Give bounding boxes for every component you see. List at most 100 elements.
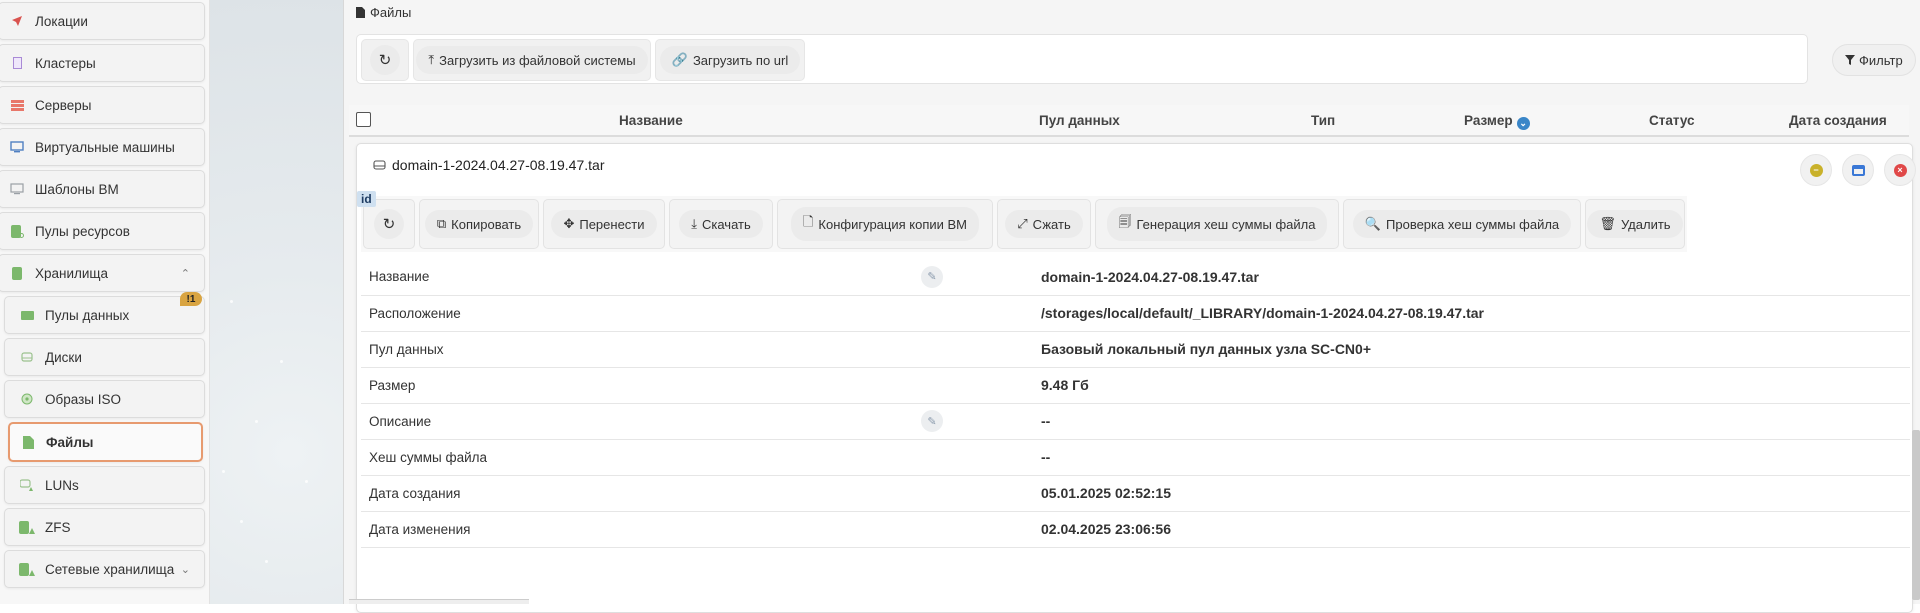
sidebar-item-data-pools[interactable]: Пулы данных !1 bbox=[4, 292, 205, 334]
sidebar-item-iso-images[interactable]: Образы ISO bbox=[4, 380, 205, 418]
maximize-button[interactable] bbox=[1842, 154, 1874, 186]
filter-button[interactable]: Фильтр bbox=[1832, 44, 1916, 76]
delete-button[interactable]: 🗑 Удалить bbox=[1585, 199, 1685, 249]
move-label: Перенести bbox=[579, 216, 645, 232]
upload-from-filesystem-button[interactable]: ⤒ Загрузить из файловой системы bbox=[413, 39, 651, 81]
link-icon: 🔗 bbox=[671, 52, 688, 67]
sidebar-item-luns[interactable]: LUNs bbox=[4, 466, 205, 504]
table-header: Название Пул данных Тип Размер ⌄ Статус Д… bbox=[349, 105, 1909, 137]
compress-label: Сжать bbox=[1032, 216, 1071, 232]
detail-row-location: Расположение /storages/local/default/_LI… bbox=[361, 295, 1910, 332]
minimize-button[interactable]: − bbox=[1800, 154, 1832, 186]
download-label: Скачать bbox=[702, 216, 751, 232]
sidebar-item-vm-templates[interactable]: Шаблоны ВМ bbox=[0, 170, 205, 208]
upload-icon: ⤒ bbox=[428, 52, 435, 67]
iso-icon bbox=[17, 391, 37, 407]
sidebar-item-label: Диски bbox=[45, 349, 82, 365]
sidebar-item-label: Образы ISO bbox=[45, 391, 121, 407]
vm-config-label: Конфигурация копии ВМ bbox=[818, 216, 968, 232]
sidebar-item-resource-pools[interactable]: Пулы ресурсов bbox=[0, 212, 205, 250]
upload-by-url-button[interactable]: 🔗 Загрузить по url bbox=[655, 39, 805, 81]
column-data-pool[interactable]: Пул данных bbox=[1039, 113, 1120, 128]
detail-label: Дата изменения bbox=[361, 511, 921, 548]
disk-icon bbox=[373, 160, 386, 170]
network-storage-icon bbox=[17, 561, 37, 577]
trash-icon: 🗑 bbox=[1599, 216, 1616, 231]
bottom-tab-edge bbox=[349, 599, 529, 604]
download-button[interactable]: ⤓ Скачать bbox=[669, 199, 773, 249]
chevron-down-icon: ⌄ bbox=[180, 563, 190, 576]
file-hash-icon: 🗐 bbox=[1118, 214, 1132, 229]
file-search-icon: 🔍 bbox=[1364, 216, 1382, 231]
compress-button[interactable]: ⤢ Сжать bbox=[997, 199, 1091, 249]
sidebar-item-vms[interactable]: Виртуальные машины bbox=[0, 128, 205, 166]
detail-value: 02.04.2025 23:06:56 bbox=[1041, 511, 1910, 548]
detail-label: Описание bbox=[361, 403, 921, 440]
edit-name-icon[interactable]: ✎ bbox=[921, 265, 943, 288]
detail-row-size: Размер 9.48 Гб bbox=[361, 367, 1910, 404]
column-type[interactable]: Тип bbox=[1311, 113, 1335, 128]
lun-icon bbox=[17, 477, 37, 493]
move-button[interactable]: ✥ Перенести bbox=[543, 199, 665, 249]
detail-row-created: Дата создания 05.01.2025 02:52:15 bbox=[361, 475, 1910, 512]
sidebar-item-label: Виртуальные машины bbox=[35, 139, 175, 155]
sidebar-item-files[interactable]: Файлы bbox=[8, 422, 203, 462]
detail-row-hash: Хеш суммы файла -- bbox=[361, 439, 1910, 476]
sidebar-item-network-storages[interactable]: Сетевые хранилища ⌄ bbox=[4, 550, 205, 588]
sidebar-item-label: Пулы ресурсов bbox=[35, 223, 130, 239]
edit-description-icon[interactable]: ✎ bbox=[921, 410, 943, 432]
card-title-label: domain-1-2024.04.27-08.19.47.tar bbox=[392, 157, 605, 173]
resource-pool-icon bbox=[7, 223, 27, 239]
warning-badge: !1 bbox=[180, 292, 202, 306]
column-status[interactable]: Статус bbox=[1649, 113, 1695, 128]
column-size-label: Размер bbox=[1464, 113, 1513, 128]
main-panel: Файлы ↻ ⤒ Загрузить из файловой системы … bbox=[343, 0, 1920, 613]
file-icon bbox=[356, 7, 365, 18]
sidebar-item-disks[interactable]: Диски bbox=[4, 338, 205, 376]
detail-label: Хеш суммы файла bbox=[361, 439, 921, 476]
scrollbar[interactable] bbox=[1912, 430, 1920, 600]
refresh-button[interactable]: ↻ bbox=[361, 39, 409, 81]
sidebar: Локации Кластеры Серверы Виртуальные маш… bbox=[0, 0, 210, 604]
sidebar-item-clusters[interactable]: Кластеры bbox=[0, 44, 205, 82]
hash-check-label: Проверка хеш суммы файла bbox=[1386, 216, 1560, 232]
delete-label: Удалить bbox=[1620, 216, 1671, 232]
sidebar-item-locations[interactable]: Локации bbox=[0, 2, 205, 40]
template-icon bbox=[7, 181, 27, 197]
sidebar-item-zfs[interactable]: ZFS bbox=[4, 508, 205, 546]
detail-label: Название bbox=[361, 259, 921, 296]
detail-value: domain-1-2024.04.27-08.19.47.tar bbox=[1041, 259, 1910, 296]
detail-value: Базовый локальный пул данных узла SC-CN0… bbox=[1041, 331, 1910, 368]
detail-value: /storages/local/default/_LIBRARY/domain-… bbox=[1041, 295, 1910, 332]
check-hash-button[interactable]: 🔍 Проверка хеш суммы файла bbox=[1343, 199, 1581, 249]
column-size[interactable]: Размер ⌄ bbox=[1464, 113, 1530, 130]
storage-icon bbox=[7, 265, 27, 281]
sidebar-item-label: Шаблоны ВМ bbox=[35, 181, 119, 197]
detail-value: -- bbox=[1041, 439, 1910, 476]
id-tag: id bbox=[357, 191, 376, 207]
column-created[interactable]: Дата создания bbox=[1789, 113, 1887, 128]
detail-row-name: Название ✎ domain-1-2024.04.27-08.19.47.… bbox=[361, 259, 1910, 296]
cluster-icon bbox=[7, 55, 27, 71]
server-icon bbox=[7, 97, 27, 113]
sidebar-item-storages[interactable]: Хранилища ⌃ bbox=[0, 254, 205, 292]
close-button[interactable]: × bbox=[1884, 154, 1916, 186]
refresh-icon: ↻ bbox=[374, 209, 404, 239]
generate-hash-button[interactable]: 🗐 Генерация хеш суммы файла bbox=[1095, 199, 1339, 249]
sidebar-item-label: Локации bbox=[35, 13, 88, 29]
detail-label: Дата создания bbox=[361, 475, 921, 512]
file-icon bbox=[18, 434, 38, 450]
select-all-checkbox[interactable] bbox=[356, 112, 371, 127]
detail-row-description: Описание ✎ -- bbox=[361, 403, 1910, 440]
minimize-icon: − bbox=[1809, 163, 1823, 177]
vm-backup-config-button[interactable]: 🗋 Конфигурация копии ВМ bbox=[777, 199, 993, 249]
column-name[interactable]: Название bbox=[619, 113, 683, 128]
sidebar-item-servers[interactable]: Серверы bbox=[0, 86, 205, 124]
detail-value: 05.01.2025 02:52:15 bbox=[1041, 475, 1910, 512]
disk-icon bbox=[17, 349, 37, 365]
copy-label: Копировать bbox=[451, 216, 522, 232]
copy-button[interactable]: ⧉ Копировать bbox=[419, 199, 539, 249]
chevron-up-icon: ⌃ bbox=[180, 267, 190, 280]
sidebar-item-label: Файлы bbox=[46, 434, 94, 450]
location-arrow-icon bbox=[7, 13, 27, 29]
